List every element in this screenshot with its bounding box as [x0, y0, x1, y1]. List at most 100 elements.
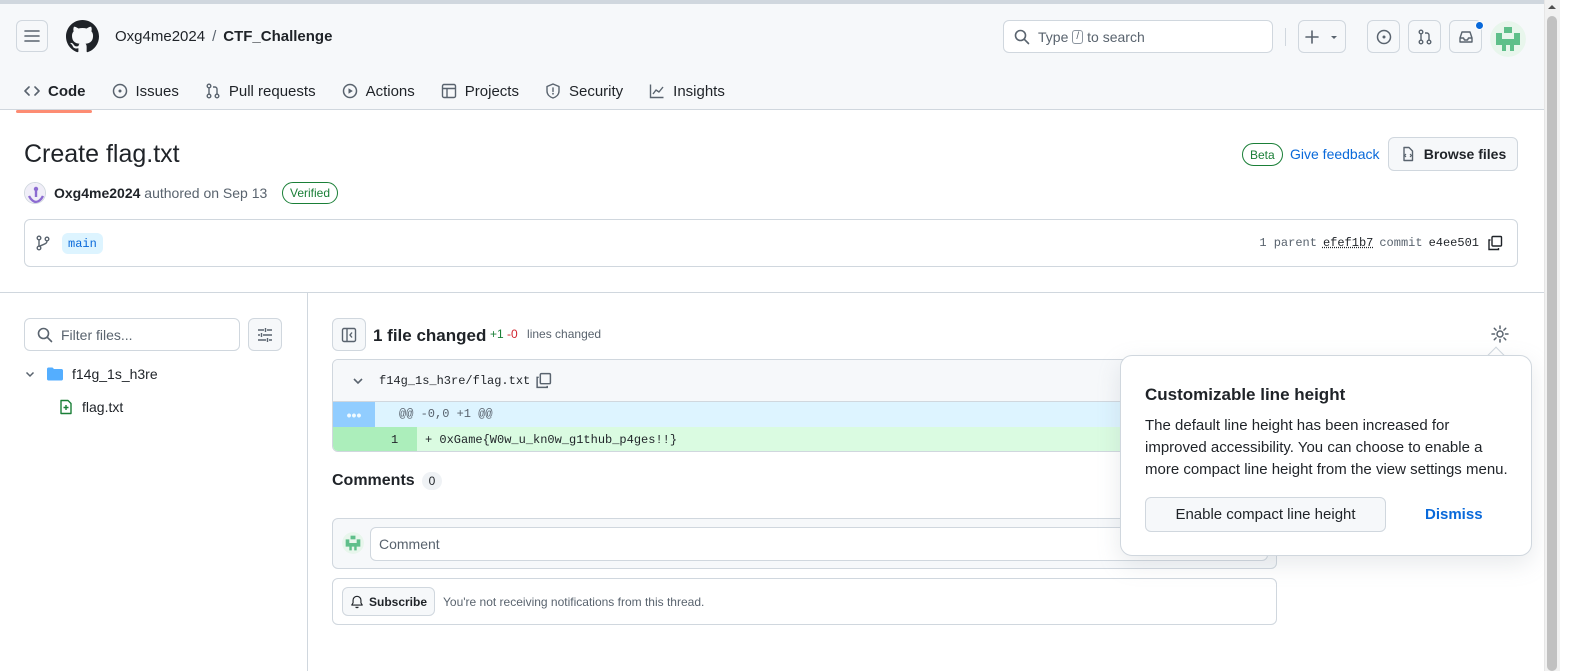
filter-files-input[interactable]: Filter files... [24, 318, 240, 351]
lines-changed-summary: +1 -0 lines changed [490, 327, 601, 341]
tab-code[interactable]: Code [16, 74, 94, 108]
added-line-content: + 0xGame{W0w_u_kn0w_g1thub_p4ges!!} [425, 433, 678, 447]
file-code-icon [1403, 146, 1413, 162]
folder-name: f14g_1s_h3re [72, 366, 158, 382]
plus-icon [1305, 29, 1319, 44]
diff-file-name[interactable]: f14g_1s_h3re/flag.txt [379, 374, 530, 388]
file-name: flag.txt [82, 399, 124, 415]
tab-insights[interactable]: Insights [641, 74, 733, 108]
sidebar-collapse-icon [341, 327, 357, 342]
breadcrumb-repo[interactable]: CTF_Challenge [223, 28, 332, 45]
comments-heading: Comments [332, 472, 415, 489]
popover-body: The default line height has been increas… [1145, 417, 1508, 478]
notification-indicator [1475, 21, 1484, 30]
github-logo-icon[interactable] [66, 20, 99, 53]
search-input[interactable]: Type / to search [1003, 20, 1273, 53]
tab-label: Projects [464, 82, 519, 100]
issue-opened-icon [1376, 29, 1391, 44]
commit-meta-box: main 1 parent efef1b7 commit e4ee501 [24, 219, 1518, 267]
deletions-count: -0 [507, 327, 518, 341]
parent-label: 1 parent [1259, 236, 1317, 250]
repo-nav: Code Issues Pull requests Actions Projec… [16, 74, 743, 114]
gear-icon[interactable] [1490, 324, 1510, 344]
tab-issues[interactable]: Issues [104, 74, 187, 108]
tab-label: Security [568, 82, 624, 100]
filter-placeholder: Filter files... [61, 326, 133, 343]
git-branch-icon [36, 235, 50, 251]
file-added-icon [60, 399, 72, 415]
commit-sha: e4ee501 [1428, 236, 1479, 250]
copy-icon[interactable] [535, 372, 552, 389]
author-name[interactable]: Oxg4me2024 [54, 185, 140, 201]
parent-sha-link[interactable]: efef1b7 [1323, 236, 1373, 250]
author-line: Oxg4me2024 authored on Sep 13 [54, 185, 267, 201]
give-feedback-link[interactable]: Give feedback [1290, 146, 1380, 162]
tab-label: Insights [673, 82, 725, 100]
play-icon [342, 83, 357, 99]
hunk-header: @@ -0,0 +1 @@ [399, 407, 493, 421]
create-new-button[interactable] [1298, 20, 1346, 53]
window-edge [1560, 0, 1586, 671]
tree-folder-item[interactable]: f14g_1s_h3re [24, 366, 158, 382]
repo-header: Oxg4me2024 / CTF_Challenge Type / to searc… [0, 4, 1544, 113]
subscription-note: You're not receiving notifications from … [443, 595, 705, 609]
line-number[interactable]: 1 [333, 427, 417, 451]
commit-title: Create flag.txt [24, 140, 180, 168]
toggle-file-tree-button[interactable] [332, 318, 366, 351]
search-suffix: to search [1087, 28, 1145, 45]
caret-down-icon [1331, 35, 1337, 39]
hamburger-icon [24, 30, 40, 42]
user-avatar[interactable] [1490, 21, 1526, 57]
issue-opened-icon [112, 83, 127, 99]
tab-label: Actions [365, 82, 415, 100]
git-pull-request-icon [206, 83, 220, 99]
tab-pull-requests[interactable]: Pull requests [197, 74, 324, 108]
section-divider [0, 292, 1544, 293]
comments-count-badge: 0 [422, 472, 442, 490]
files-changed-count: 1 file changed [373, 326, 487, 345]
table-icon [441, 83, 456, 99]
additions-count: +1 [490, 327, 504, 341]
breadcrumb: Oxg4me2024 / CTF_Challenge [115, 28, 332, 45]
tab-label: Issues [135, 82, 179, 100]
tab-projects[interactable]: Projects [433, 74, 527, 108]
parent-info: 1 parent efef1b7 commit e4ee501 [1259, 235, 1503, 251]
tree-file-item[interactable]: flag.txt [58, 399, 123, 415]
menu-button[interactable] [16, 20, 48, 52]
breadcrumb-separator: / [212, 28, 217, 45]
authored-date: authored on Sep 13 [144, 185, 268, 201]
chevron-down-icon [25, 371, 35, 378]
pull-requests-button[interactable] [1408, 20, 1441, 53]
tab-actions[interactable]: Actions [334, 74, 423, 108]
line-height-popover: Customizable line height The default lin… [1120, 355, 1532, 556]
expand-hunk-button[interactable]: ••• [333, 402, 375, 427]
scrollbar-thumb[interactable] [1547, 16, 1557, 671]
active-tab-indicator [16, 110, 92, 113]
dismiss-button[interactable]: Dismiss [1425, 506, 1483, 523]
git-pull-request-icon [1418, 29, 1431, 44]
author-avatar[interactable] [24, 182, 46, 204]
search-icon [1014, 29, 1030, 44]
graph-icon [649, 84, 664, 99]
breadcrumb-owner[interactable]: Oxg4me2024 [115, 28, 205, 45]
scroll-up-arrow-icon[interactable] [1547, 3, 1557, 11]
sliders-icon [258, 327, 272, 342]
subscribe-button[interactable]: Subscribe [342, 587, 435, 616]
search-prefix: Type [1038, 28, 1069, 45]
branch-label[interactable]: main [62, 233, 103, 254]
subscribe-label: Subscribe [368, 594, 428, 609]
issues-button[interactable] [1367, 20, 1400, 53]
tab-security[interactable]: Security [537, 74, 631, 108]
browse-files-button[interactable]: Browse files [1388, 137, 1518, 171]
copy-icon[interactable] [1487, 235, 1503, 251]
search-shortcut-key: / [1072, 29, 1084, 44]
enable-compact-button[interactable]: Enable compact line height [1145, 497, 1386, 532]
header-divider [1285, 28, 1286, 46]
commit-label: commit [1379, 236, 1423, 250]
verified-badge[interactable]: Verified [282, 182, 339, 204]
popover-title: Customizable line height [1145, 385, 1346, 404]
file-tree-settings-button[interactable] [248, 318, 282, 351]
chevron-down-icon[interactable] [351, 374, 365, 388]
folder-icon [47, 367, 63, 381]
shield-icon [546, 83, 560, 99]
